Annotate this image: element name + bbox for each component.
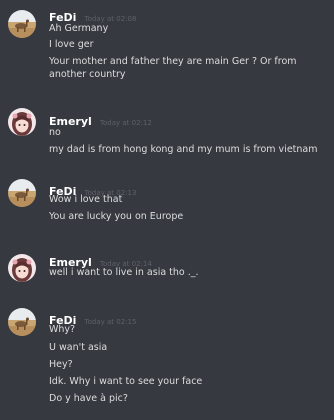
message-text: my dad is from hong kong and my mum is f… [49, 144, 318, 155]
timestamp: Today at 02:08 [84, 15, 137, 23]
message-header: FeDi Today at 02:15 [49, 309, 136, 327]
message-group: FeDi Today at 02:13 Wow i love that You … [0, 179, 334, 230]
chat-messages: FeDi Today at 02:08 Ah Germany I love ge… [0, 0, 334, 420]
message-header: Emeryl Today at 02:14 [49, 251, 152, 269]
timestamp: Today at 02:12 [99, 119, 152, 127]
avatar[interactable] [8, 10, 36, 38]
message-header: Emeryl Today at 02:12 [49, 110, 152, 128]
message-text: I love ger [49, 39, 94, 50]
anime-girl-avatar-icon [8, 108, 36, 136]
message-text: U wan't asia [49, 342, 108, 353]
avatar[interactable] [8, 108, 36, 136]
message-text: Wow i love that [49, 194, 123, 205]
message-group: FeDi Today at 02:15 Why? U wan't asia He… [0, 308, 334, 413]
avatar[interactable] [8, 179, 36, 207]
message-text: Ah Germany [49, 23, 109, 34]
message-text: well i want to live in asia tho ._. [49, 267, 199, 278]
message-text: You are lucky you on Europe [49, 211, 184, 222]
message-header: FeDi Today at 02:08 [49, 6, 137, 24]
message-text: no [49, 127, 61, 138]
anime-girl-avatar-icon [8, 254, 36, 282]
message-text: Why? [49, 324, 76, 335]
message-text: another country [49, 69, 126, 80]
message-group: Emeryl Today at 02:12 no my dad is from … [0, 108, 334, 160]
camel-desert-avatar-icon [8, 308, 36, 336]
camel-desert-avatar-icon [8, 10, 36, 38]
message-group: Emeryl Today at 02:14 well i want to liv… [0, 251, 334, 287]
message-text: Do y have à pic? [49, 393, 128, 404]
camel-desert-avatar-icon [8, 179, 36, 207]
message-text: Your mother and father they are main Ger… [49, 56, 297, 67]
message-group: FeDi Today at 02:08 Ah Germany I love ge… [0, 6, 334, 86]
message-text: Hey? [49, 359, 73, 370]
message-text: Idk. Why i want to see your face [49, 376, 203, 387]
avatar[interactable] [8, 254, 36, 282]
avatar[interactable] [8, 308, 36, 336]
